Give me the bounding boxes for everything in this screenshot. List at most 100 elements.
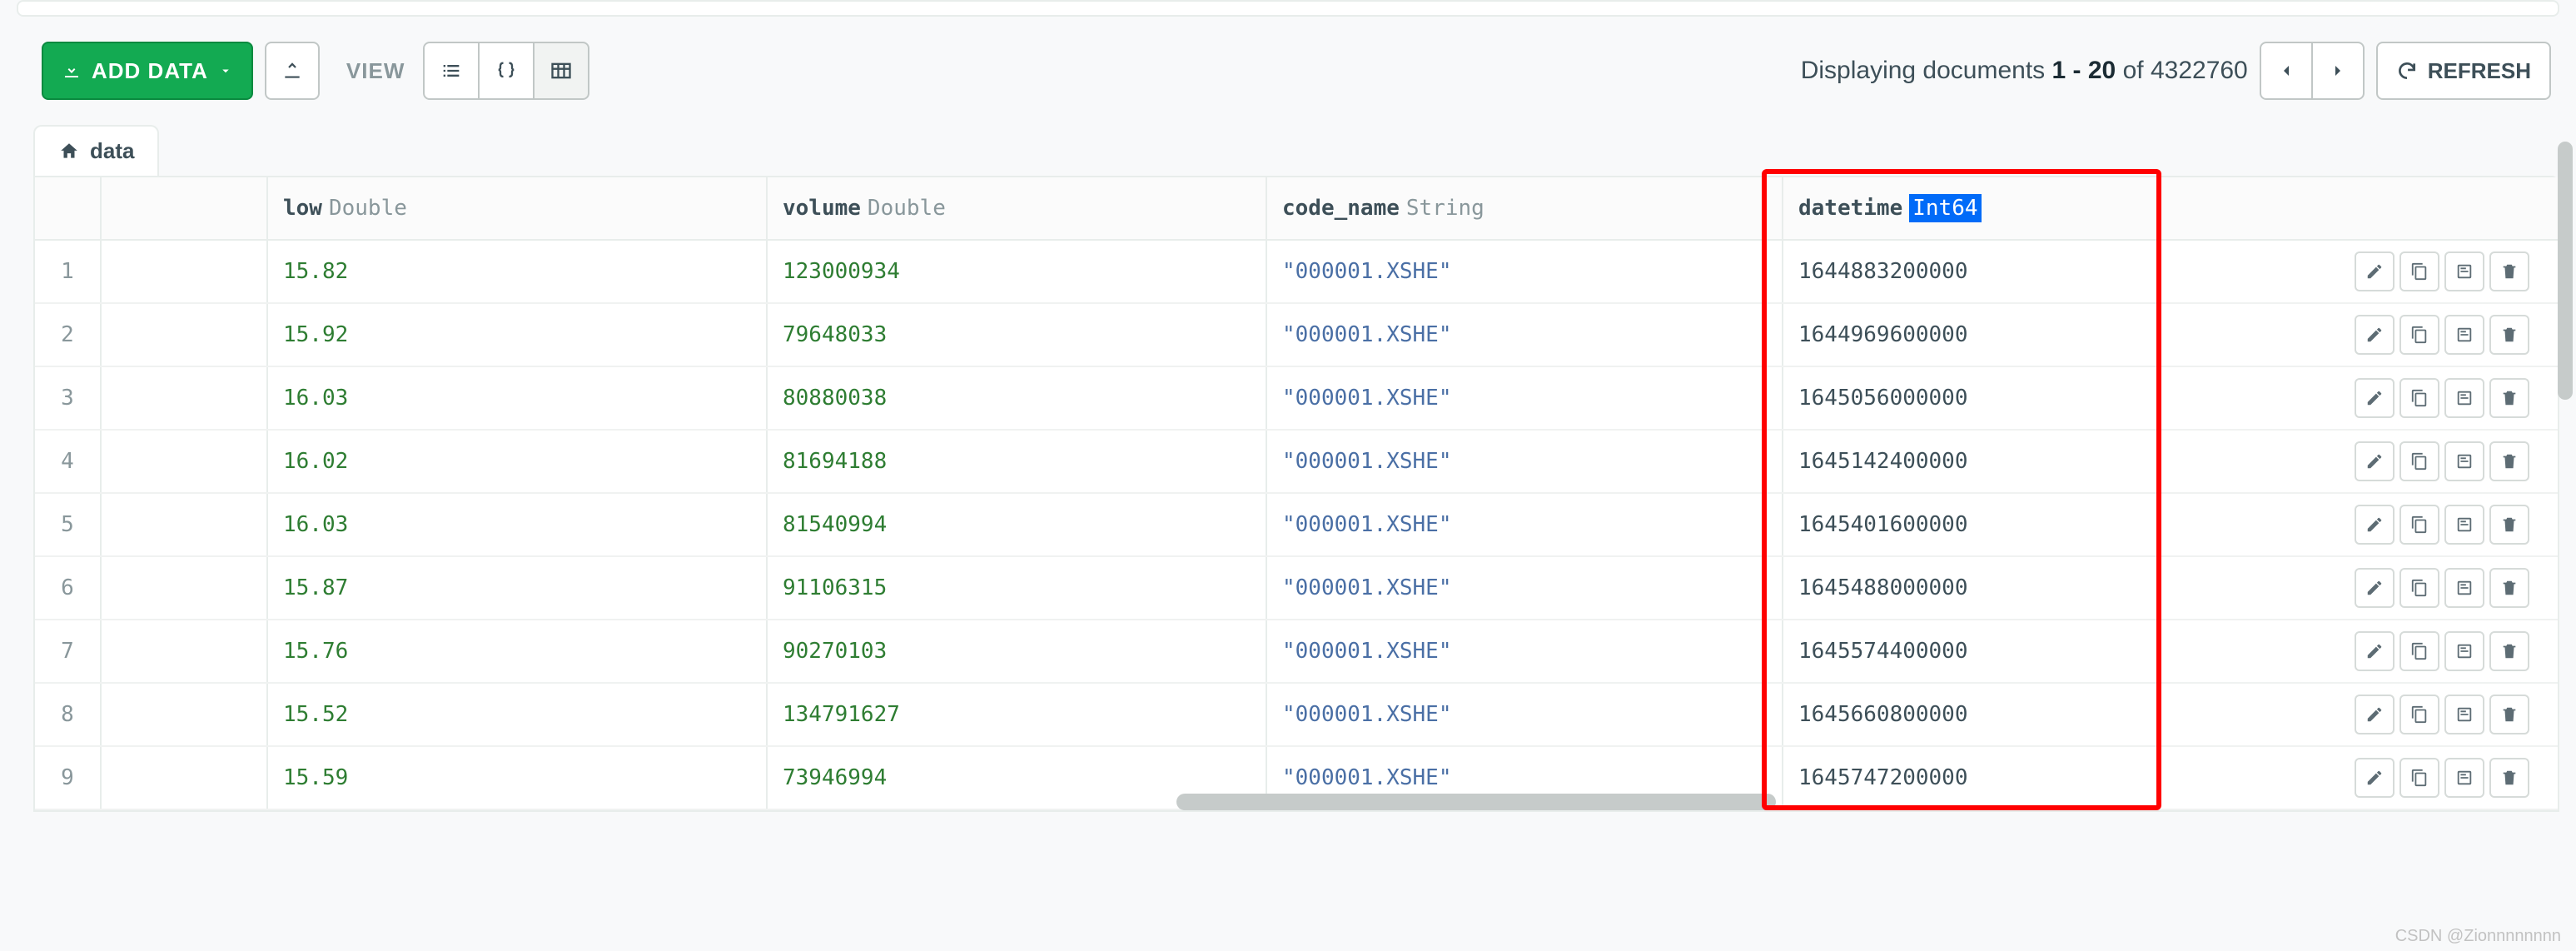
- header-volume[interactable]: volumeDouble: [768, 177, 1267, 239]
- copy-button[interactable]: [2399, 251, 2439, 291]
- clone-button[interactable]: [2444, 631, 2484, 671]
- add-data-button[interactable]: ADD DATA: [42, 42, 253, 100]
- edit-button[interactable]: [2355, 315, 2394, 355]
- cell-datetime[interactable]: 1645488000000: [1783, 557, 2283, 619]
- edit-button[interactable]: [2355, 568, 2394, 608]
- edit-button[interactable]: [2355, 505, 2394, 545]
- clone-button[interactable]: [2444, 568, 2484, 608]
- table-row[interactable]: 516.0381540994"000001.XSHE"1645401600000: [35, 494, 2558, 557]
- clone-button[interactable]: [2444, 251, 2484, 291]
- tab-data[interactable]: data: [33, 125, 159, 176]
- delete-button[interactable]: [2489, 631, 2529, 671]
- cell-low[interactable]: 16.03: [268, 367, 768, 429]
- clone-button[interactable]: [2444, 378, 2484, 418]
- refresh-button[interactable]: REFRESH: [2376, 42, 2551, 100]
- cell-volume[interactable]: 79648033: [768, 304, 1267, 366]
- edit-button[interactable]: [2355, 631, 2394, 671]
- view-table-button[interactable]: [533, 42, 589, 100]
- copy-button[interactable]: [2399, 695, 2439, 734]
- cell-low[interactable]: 15.59: [268, 747, 768, 809]
- view-list-button[interactable]: [423, 42, 480, 100]
- vertical-scrollbar[interactable]: [2558, 142, 2573, 400]
- cell-low[interactable]: 16.02: [268, 431, 768, 492]
- table-row[interactable]: 115.82123000934"000001.XSHE"164488320000…: [35, 241, 2558, 304]
- cell-code-name[interactable]: "000001.XSHE": [1267, 241, 1783, 302]
- cell-code-name[interactable]: "000001.XSHE": [1267, 431, 1783, 492]
- cell-volume[interactable]: 91106315: [768, 557, 1267, 619]
- next-page-button[interactable]: [2311, 42, 2365, 100]
- delete-button[interactable]: [2489, 758, 2529, 798]
- delete-icon: [2500, 515, 2519, 534]
- delete-button[interactable]: [2489, 251, 2529, 291]
- header-low[interactable]: lowDouble: [268, 177, 768, 239]
- table-row[interactable]: 316.0380880038"000001.XSHE"1645056000000: [35, 367, 2558, 431]
- cell-low[interactable]: 15.52: [268, 684, 768, 745]
- cell-datetime[interactable]: 1645056000000: [1783, 367, 2283, 429]
- table-row[interactable]: 215.9279648033"000001.XSHE"1644969600000: [35, 304, 2558, 367]
- clone-button[interactable]: [2444, 695, 2484, 734]
- import-button[interactable]: [265, 42, 320, 100]
- header-code-name[interactable]: code_nameString: [1267, 177, 1783, 239]
- copy-button[interactable]: [2399, 758, 2439, 798]
- cell-low[interactable]: 16.03: [268, 494, 768, 555]
- delete-button[interactable]: [2489, 315, 2529, 355]
- cell-code-name[interactable]: "000001.XSHE": [1267, 557, 1783, 619]
- cell-datetime[interactable]: 1645747200000: [1783, 747, 2283, 809]
- edit-button[interactable]: [2355, 251, 2394, 291]
- copy-button[interactable]: [2399, 441, 2439, 481]
- cell-datetime[interactable]: 1645574400000: [1783, 620, 2283, 682]
- edit-button[interactable]: [2355, 378, 2394, 418]
- table-row[interactable]: 416.0281694188"000001.XSHE"1645142400000: [35, 431, 2558, 494]
- clone-button[interactable]: [2444, 441, 2484, 481]
- cell-code-name[interactable]: "000001.XSHE": [1267, 494, 1783, 555]
- delete-button[interactable]: [2489, 695, 2529, 734]
- copy-button[interactable]: [2399, 568, 2439, 608]
- clone-icon: [2455, 515, 2474, 534]
- copy-button[interactable]: [2399, 315, 2439, 355]
- table-row[interactable]: 615.8791106315"000001.XSHE"1645488000000: [35, 557, 2558, 620]
- prev-page-button[interactable]: [2260, 42, 2313, 100]
- copy-icon: [2410, 389, 2429, 407]
- cell-code-name[interactable]: "000001.XSHE": [1267, 684, 1783, 745]
- cell-volume[interactable]: 134791627: [768, 684, 1267, 745]
- row-actions: [2351, 438, 2533, 485]
- edit-button[interactable]: [2355, 758, 2394, 798]
- cell-volume[interactable]: 80880038: [768, 367, 1267, 429]
- copy-button[interactable]: [2399, 631, 2439, 671]
- table-row[interactable]: 815.52134791627"000001.XSHE"164566080000…: [35, 684, 2558, 747]
- home-icon: [58, 141, 80, 162]
- clone-button[interactable]: [2444, 505, 2484, 545]
- cell-code-name[interactable]: "000001.XSHE": [1267, 367, 1783, 429]
- edit-button[interactable]: [2355, 441, 2394, 481]
- clone-button[interactable]: [2444, 758, 2484, 798]
- table-row[interactable]: 715.7690270103"000001.XSHE"1645574400000: [35, 620, 2558, 684]
- row-actions: [2351, 754, 2533, 801]
- copy-button[interactable]: [2399, 505, 2439, 545]
- header-datetime[interactable]: datetimeInt64: [1783, 177, 2283, 239]
- clone-button[interactable]: [2444, 315, 2484, 355]
- view-json-button[interactable]: [478, 42, 535, 100]
- edit-button[interactable]: [2355, 695, 2394, 734]
- delete-button[interactable]: [2489, 441, 2529, 481]
- cell-low[interactable]: 15.87: [268, 557, 768, 619]
- cell-datetime[interactable]: 1644969600000: [1783, 304, 2283, 366]
- cell-volume[interactable]: 90270103: [768, 620, 1267, 682]
- cell-low[interactable]: 15.82: [268, 241, 768, 302]
- copy-button[interactable]: [2399, 378, 2439, 418]
- watermark: CSDN @Zionnnnnnnn: [2395, 927, 2561, 946]
- delete-button[interactable]: [2489, 378, 2529, 418]
- cell-datetime[interactable]: 1645401600000: [1783, 494, 2283, 555]
- cell-low[interactable]: 15.76: [268, 620, 768, 682]
- cell-volume[interactable]: 81694188: [768, 431, 1267, 492]
- cell-code-name[interactable]: "000001.XSHE": [1267, 620, 1783, 682]
- delete-button[interactable]: [2489, 505, 2529, 545]
- horizontal-scrollbar[interactable]: [1176, 794, 1776, 810]
- cell-volume[interactable]: 123000934: [768, 241, 1267, 302]
- cell-code-name[interactable]: "000001.XSHE": [1267, 304, 1783, 366]
- cell-low[interactable]: 15.92: [268, 304, 768, 366]
- cell-datetime[interactable]: 1644883200000: [1783, 241, 2283, 302]
- cell-volume[interactable]: 81540994: [768, 494, 1267, 555]
- cell-datetime[interactable]: 1645142400000: [1783, 431, 2283, 492]
- delete-button[interactable]: [2489, 568, 2529, 608]
- cell-datetime[interactable]: 1645660800000: [1783, 684, 2283, 745]
